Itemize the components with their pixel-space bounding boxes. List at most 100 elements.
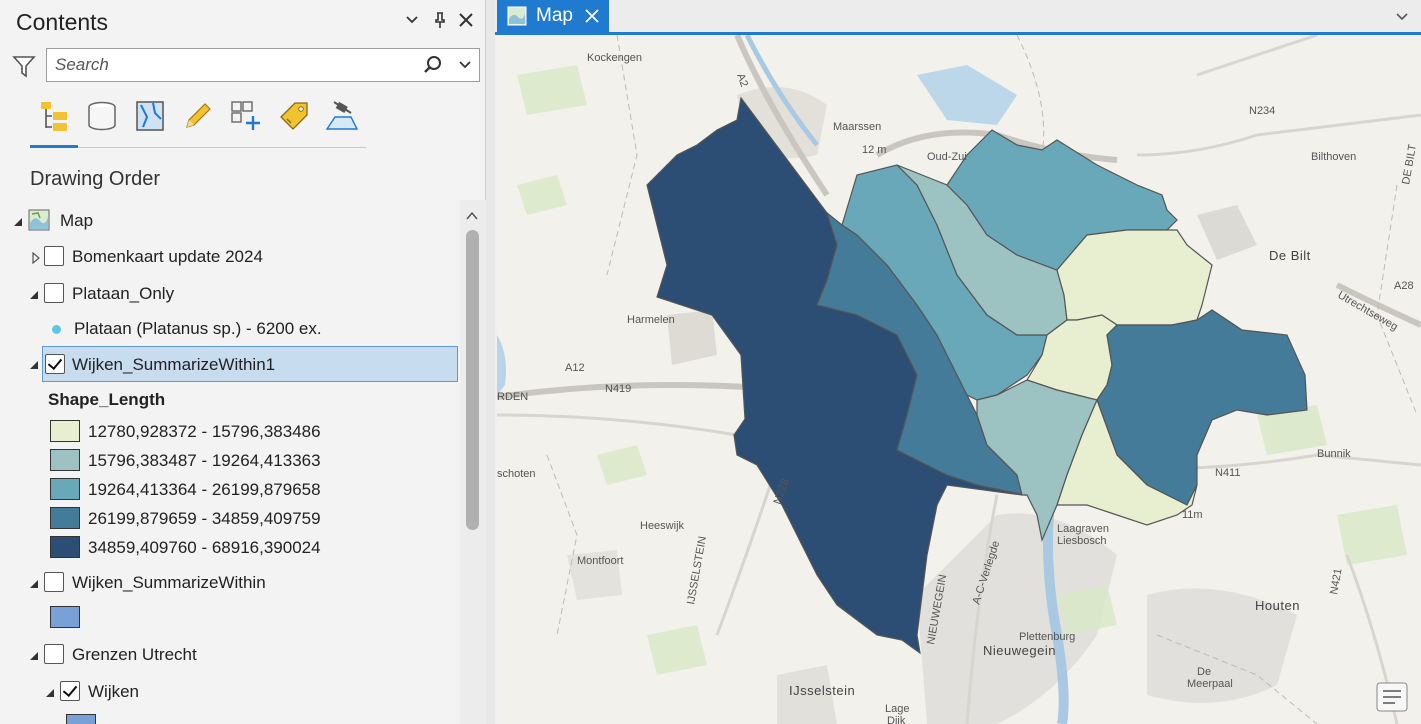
tab-overflow-chevron-icon[interactable] bbox=[1395, 10, 1409, 24]
svg-text:A12: A12 bbox=[565, 362, 585, 374]
expand-triangle-icon[interactable] bbox=[30, 251, 42, 265]
layer-row[interactable]: Plataan_Only bbox=[0, 279, 460, 309]
layer-name: Wijken_SummarizeWithin bbox=[72, 573, 266, 592]
map-tab-bar: Map bbox=[495, 0, 1421, 35]
layer-name: Grenzen Utrecht bbox=[72, 645, 197, 664]
svg-text:N234: N234 bbox=[1249, 105, 1275, 117]
svg-text:12 m: 12 m bbox=[862, 144, 886, 156]
class-swatch[interactable] bbox=[50, 449, 80, 471]
search-field[interactable] bbox=[46, 48, 480, 82]
class-label: 26199,879659 - 34859,409759 bbox=[88, 509, 321, 528]
list-by-drawing-order-icon[interactable] bbox=[34, 96, 74, 136]
svg-text:N411: N411 bbox=[1215, 467, 1240, 479]
class-label: 34859,409760 - 68916,390024 bbox=[88, 538, 321, 557]
layer-name: Wijken bbox=[88, 682, 140, 701]
layer-row[interactable]: Wijken bbox=[0, 677, 460, 707]
svg-text:Houten: Houten bbox=[1255, 598, 1300, 613]
svg-text:Harmelen: Harmelen bbox=[627, 314, 675, 326]
layer-name: Wijken_SummarizeWithin1 bbox=[72, 355, 276, 374]
collapse-triangle-icon[interactable] bbox=[12, 215, 24, 227]
legend-field-title: Shape_Length bbox=[48, 390, 166, 409]
class-label: 15796,383487 - 19264,413363 bbox=[88, 451, 321, 470]
svg-text:Oud-Zui: Oud-Zui bbox=[927, 151, 967, 163]
map-tab[interactable]: Map bbox=[497, 0, 609, 32]
svg-text:De Bilt: De Bilt bbox=[1269, 248, 1311, 263]
list-by-perspective-imagery-icon[interactable] bbox=[322, 96, 362, 136]
layer-visibility-checkbox[interactable] bbox=[45, 354, 65, 374]
close-tab-icon[interactable] bbox=[584, 8, 600, 24]
point-symbol-icon[interactable] bbox=[52, 325, 61, 334]
layer-name: Plataan_Only bbox=[72, 284, 175, 303]
svg-text:Heeswijk: Heeswijk bbox=[640, 520, 685, 532]
map-node[interactable]: Map bbox=[0, 206, 460, 236]
map-label: Map bbox=[60, 211, 94, 230]
class-swatch[interactable] bbox=[50, 507, 80, 529]
list-by-source-icon[interactable] bbox=[82, 96, 122, 136]
layer-visibility-checkbox[interactable] bbox=[44, 246, 64, 266]
list-by-labeling-tag-icon[interactable] bbox=[274, 96, 314, 136]
scroll-up-arrow-icon[interactable] bbox=[466, 208, 478, 220]
layer-row-selected[interactable]: Wijken_SummarizeWithin1 bbox=[42, 346, 458, 382]
tree-scrollbar[interactable] bbox=[460, 200, 486, 724]
svg-text:Montfoort: Montfoort bbox=[577, 555, 623, 567]
contents-view-tabs bbox=[30, 96, 366, 148]
group-layer-row[interactable]: Grenzen Utrecht bbox=[0, 640, 460, 670]
layer-tree: Map Bomenkaart update 2024 Plataan_Only … bbox=[0, 200, 460, 724]
svg-text:Bilthoven: Bilthoven bbox=[1311, 151, 1356, 163]
symbol-label: Plataan (Platanus sp.) - 6200 ex. bbox=[74, 319, 322, 338]
collapse-triangle-icon[interactable] bbox=[28, 649, 40, 661]
svg-text:Meerpaal: Meerpaal bbox=[1187, 678, 1233, 690]
svg-text:De: De bbox=[1197, 666, 1211, 678]
filter-icon[interactable] bbox=[12, 54, 36, 78]
pin-icon[interactable] bbox=[430, 11, 450, 33]
svg-text:Liesbosch: Liesbosch bbox=[1057, 535, 1107, 547]
map-pane: Map Kockengen Maarssen Oud-Zui Bilthoven… bbox=[495, 0, 1421, 724]
svg-text:A28: A28 bbox=[1394, 280, 1414, 292]
class-swatch[interactable] bbox=[50, 478, 80, 500]
pane-options-chevron-icon[interactable] bbox=[402, 11, 422, 33]
map-view[interactable]: Kockengen Maarssen Oud-Zui Bilthoven De … bbox=[497, 35, 1421, 724]
map-navigator-icon[interactable] bbox=[1376, 682, 1408, 712]
list-by-snapping-add-icon[interactable] bbox=[226, 96, 266, 136]
layer-name: Bomenkaart update 2024 bbox=[72, 247, 263, 266]
svg-text:schoten: schoten bbox=[497, 468, 536, 480]
search-dropdown-chevron-icon[interactable] bbox=[457, 57, 473, 73]
list-by-selection-icon[interactable] bbox=[130, 96, 170, 136]
list-by-editing-pencil-icon[interactable] bbox=[178, 96, 218, 136]
collapse-triangle-icon[interactable] bbox=[28, 358, 40, 370]
active-view-tab-indicator bbox=[30, 145, 78, 148]
single-symbol-swatch[interactable] bbox=[66, 714, 96, 724]
arcgis-app: Contents Search Drawing Order Map Bomenk… bbox=[0, 0, 1421, 724]
close-icon[interactable] bbox=[456, 11, 476, 33]
svg-text:Laagraven: Laagraven bbox=[1057, 523, 1109, 535]
svg-text:RDEN: RDEN bbox=[497, 391, 528, 403]
scrollbar-thumb[interactable] bbox=[466, 230, 479, 530]
symbol-row[interactable]: Plataan (Platanus sp.) - 6200 ex. bbox=[0, 314, 460, 344]
layer-visibility-checkbox[interactable] bbox=[60, 681, 80, 701]
layer-visibility-checkbox[interactable] bbox=[44, 283, 64, 303]
class-label: 19264,413364 - 26199,879658 bbox=[88, 480, 321, 499]
class-swatch[interactable] bbox=[50, 536, 80, 558]
search-input[interactable] bbox=[47, 49, 417, 81]
layer-row[interactable]: Bomenkaart update 2024 bbox=[0, 242, 460, 272]
contents-pane: Contents Search Drawing Order Map Bomenk… bbox=[0, 0, 486, 724]
basemap-and-layers[interactable]: Kockengen Maarssen Oud-Zui Bilthoven De … bbox=[497, 35, 1421, 724]
collapse-triangle-icon[interactable] bbox=[28, 288, 40, 300]
search-icon[interactable] bbox=[423, 55, 443, 75]
map-tab-label: Map bbox=[536, 5, 573, 26]
section-title: Drawing Order bbox=[30, 168, 161, 190]
class-swatch[interactable] bbox=[50, 420, 80, 442]
svg-text:N419: N419 bbox=[605, 383, 631, 395]
layer-visibility-checkbox[interactable] bbox=[44, 644, 64, 664]
layer-row[interactable]: Wijken_SummarizeWithin bbox=[0, 568, 460, 598]
svg-text:IJsselstein: IJsselstein bbox=[789, 683, 855, 698]
map-icon bbox=[28, 209, 50, 231]
svg-text:11m: 11m bbox=[1182, 509, 1203, 521]
collapse-triangle-icon[interactable] bbox=[44, 686, 56, 698]
svg-text:Kockengen: Kockengen bbox=[587, 52, 642, 64]
svg-text:Lage: Lage bbox=[885, 703, 909, 715]
single-symbol-swatch[interactable] bbox=[50, 606, 80, 628]
layer-visibility-checkbox[interactable] bbox=[44, 572, 64, 592]
collapse-triangle-icon[interactable] bbox=[28, 577, 40, 589]
svg-text:Bunnik: Bunnik bbox=[1317, 448, 1351, 460]
